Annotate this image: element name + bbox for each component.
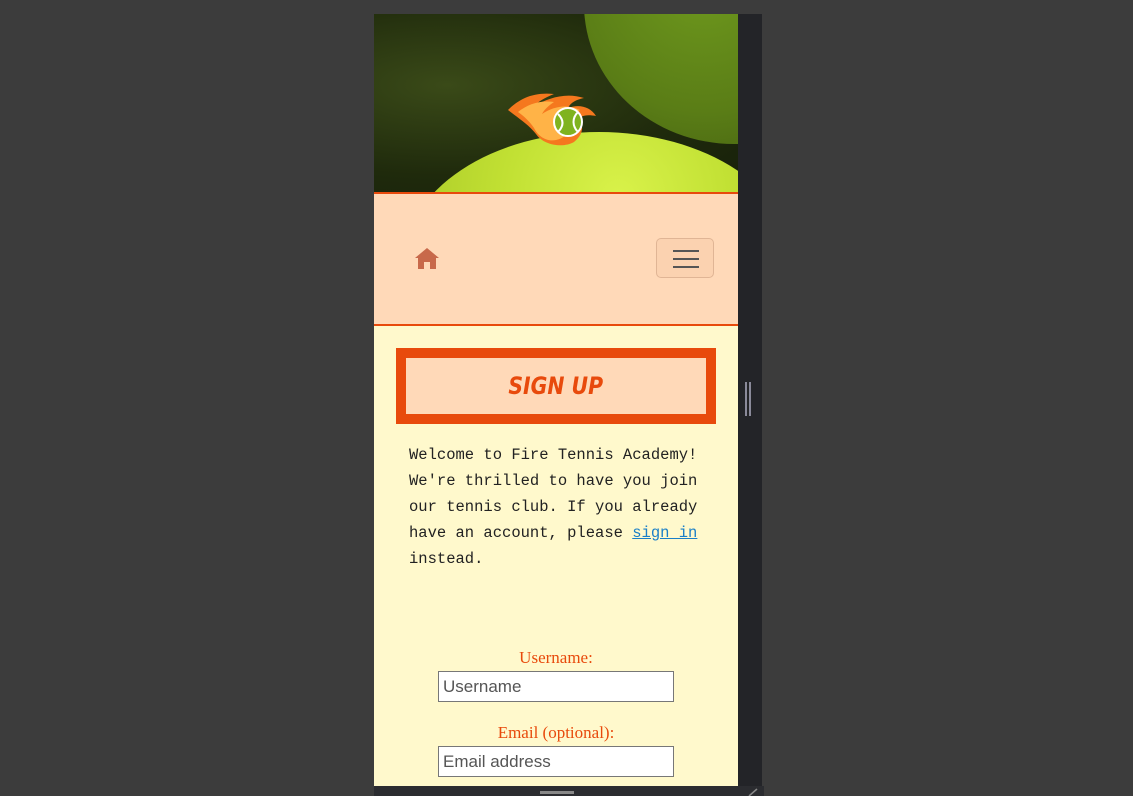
email-input[interactable]	[438, 746, 674, 777]
navbar	[374, 194, 738, 326]
page-title: SIGN UP	[508, 372, 604, 400]
username-label: Username:	[519, 648, 593, 667]
sign-in-link[interactable]: sign in	[632, 524, 697, 542]
username-input[interactable]	[438, 671, 674, 702]
menu-bar	[673, 266, 699, 268]
intro-text-end: instead.	[409, 550, 484, 568]
flaming-tennis-ball-logo-icon[interactable]	[504, 84, 600, 148]
hamburger-menu-icon[interactable]	[656, 238, 714, 278]
tennis-ball-image	[584, 14, 738, 144]
drag-handle-icon[interactable]	[540, 791, 574, 794]
mobile-viewport: SIGN UP Welcome to Fire Tennis Academy! …	[374, 14, 738, 786]
email-label: Email (optional):	[497, 723, 615, 742]
page-title-box: SIGN UP	[396, 348, 716, 424]
resize-corner-icon[interactable]	[748, 788, 758, 796]
home-icon[interactable]	[414, 246, 440, 270]
resize-grip-icon[interactable]	[745, 382, 751, 416]
intro-paragraph: Welcome to Fire Tennis Academy! We're th…	[409, 442, 709, 572]
menu-bar	[673, 258, 699, 260]
menu-bar	[673, 250, 699, 252]
hero-banner	[374, 14, 738, 194]
